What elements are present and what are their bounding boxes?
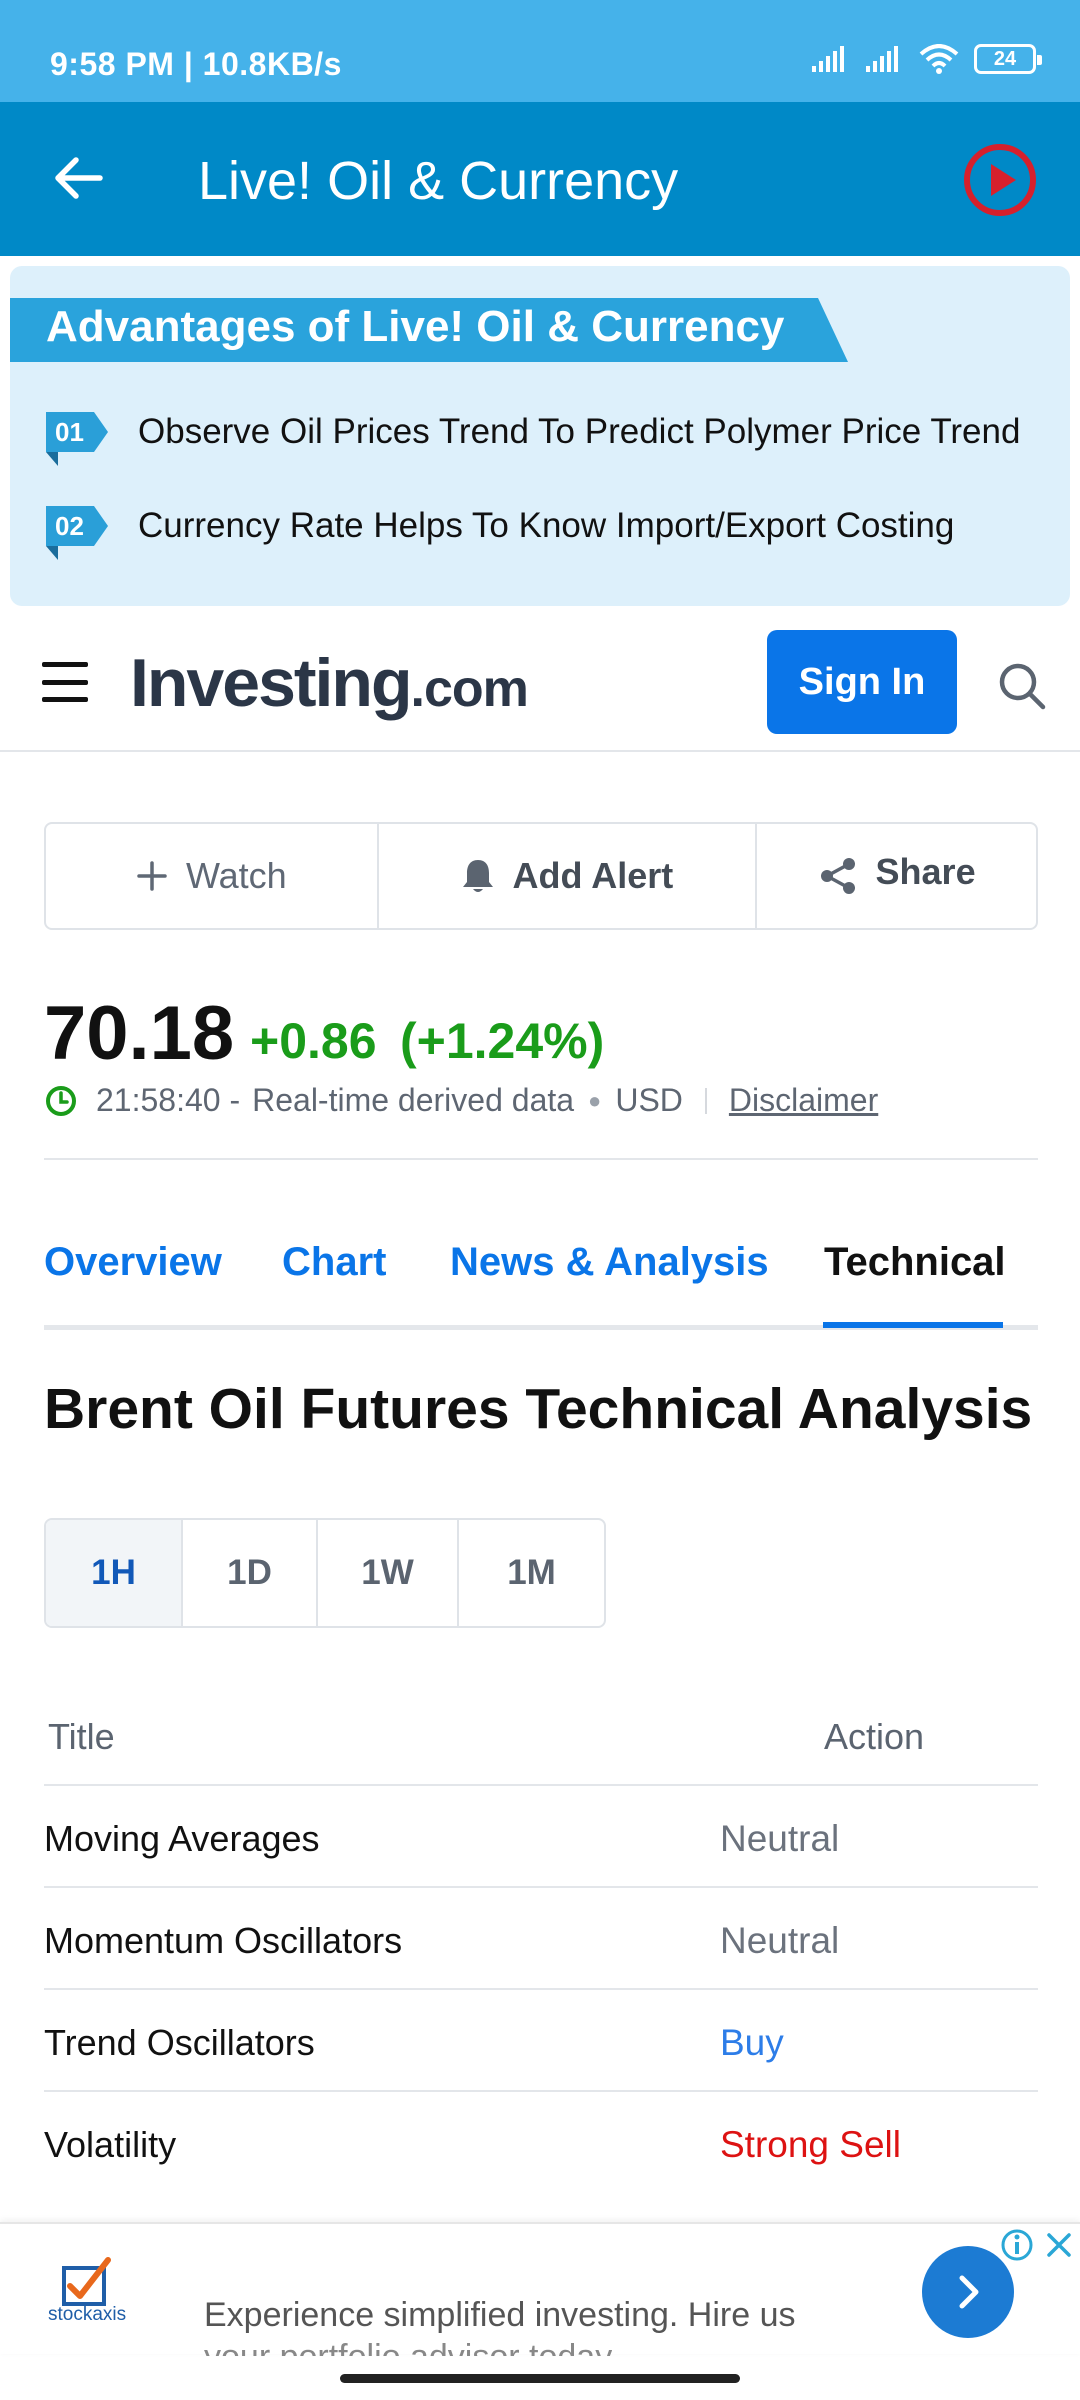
- add-alert-button[interactable]: Add Alert: [379, 824, 758, 928]
- sign-in-button[interactable]: Sign In: [767, 630, 957, 734]
- wifi-icon: [919, 44, 959, 74]
- row-title: Trend Oscillators: [44, 2022, 315, 2063]
- status-time: 9:58 PM | 10.8KB/s: [50, 46, 342, 82]
- tab-bar: Overview Chart News & Analysis Technical: [44, 1230, 1038, 1330]
- app-title: Live! Oil & Currency: [198, 151, 679, 211]
- watch-button[interactable]: Watch: [46, 824, 379, 928]
- ad-brand: stockaxis: [48, 2304, 127, 2325]
- add-alert-label: Add Alert: [512, 855, 674, 896]
- advantage-text: Observe Oil Prices Trend To Predict Poly…: [138, 412, 1021, 451]
- row-title: Volatility: [44, 2124, 177, 2165]
- disclaimer-link[interactable]: Disclaimer: [729, 1082, 878, 1119]
- timeframe-1m[interactable]: 1M: [459, 1520, 604, 1626]
- data-source: Real-time derived data: [252, 1082, 575, 1118]
- stockaxis-logo-icon: [62, 2257, 111, 2306]
- tab-overview[interactable]: Overview: [44, 1240, 222, 1285]
- back-button[interactable]: [44, 144, 112, 212]
- currency: USD: [615, 1082, 683, 1118]
- play-button[interactable]: [962, 142, 1038, 218]
- price-meta: 21:58:40 - Real-time derived data ● USD …: [44, 1082, 878, 1119]
- price-change: +0.86: [250, 1013, 377, 1069]
- ribbon-fold: [46, 452, 58, 466]
- row-title: Moving Averages: [44, 1818, 320, 1859]
- play-icon: [964, 144, 1036, 216]
- ad-info-icon[interactable]: [1000, 2228, 1034, 2262]
- plus-icon: [137, 861, 167, 891]
- investing-header: Investing.com Sign In: [0, 616, 1080, 752]
- header-action: Action: [824, 1716, 925, 1757]
- battery-icon: 24: [974, 44, 1042, 74]
- investing-logo[interactable]: Investing.com: [130, 644, 529, 722]
- chevron-right-icon: [959, 2275, 979, 2309]
- row-title: Momentum Oscillators: [44, 1920, 403, 1961]
- search-icon: [999, 663, 1046, 710]
- tab-technical[interactable]: Technical: [824, 1240, 1006, 1285]
- share-icon: [820, 858, 855, 894]
- technical-summary-table: Title Action Moving Averages Neutral Mom…: [44, 1680, 1038, 2194]
- signal-icon: [866, 46, 898, 72]
- advantages-title: Advantages of Live! Oil & Currency: [46, 302, 785, 351]
- action-bar: Watch Add Alert Share: [44, 822, 1038, 930]
- bell-icon: [462, 860, 493, 892]
- arrow-left-icon: [55, 157, 103, 199]
- status-bar: 9:58 PM | 10.8KB/s 24: [0, 0, 1080, 102]
- tab-chart[interactable]: Chart: [282, 1240, 386, 1285]
- row-action: Buy: [720, 2022, 784, 2063]
- row-action: Neutral: [720, 1920, 840, 1961]
- table-row: Momentum Oscillators Neutral: [44, 1888, 1038, 1990]
- table-row: Moving Averages Neutral: [44, 1786, 1038, 1888]
- advantage-number: 02: [46, 506, 108, 546]
- row-action: Strong Sell: [720, 2124, 901, 2165]
- active-tab-indicator: [823, 1322, 1003, 1328]
- menu-icon[interactable]: [42, 662, 88, 702]
- row-action: Neutral: [720, 1818, 840, 1859]
- ad-text: Experience simplified investing. Hire us: [204, 2296, 796, 2334]
- advantage-text: Currency Rate Helps To Know Import/Expor…: [138, 506, 955, 545]
- status-icons: 24: [810, 44, 1042, 74]
- timeframe-selector: 1H 1D 1W 1M: [44, 1518, 606, 1628]
- app-bar: Live! Oil & Currency: [0, 102, 1080, 256]
- separator: [704, 1087, 707, 1114]
- signal-icon: [812, 46, 844, 72]
- ribbon-fold: [46, 546, 58, 560]
- watch-label: Watch: [185, 855, 287, 896]
- advantages-banner[interactable]: Advantages of Live! Oil & Currency 01 Ob…: [10, 266, 1070, 606]
- timeframe-1w[interactable]: 1W: [318, 1520, 460, 1626]
- ad-text-secondary: your portfolio advisor today: [204, 2338, 612, 2356]
- header-title: Title: [48, 1716, 115, 1757]
- separator-dot: ●: [588, 1087, 602, 1113]
- price-time: 21:58:40 -: [96, 1082, 241, 1118]
- table-header: Title Action: [44, 1680, 1038, 1786]
- share-label: Share: [875, 851, 976, 892]
- search-button[interactable]: [996, 660, 1048, 712]
- timeframe-1h[interactable]: 1H: [46, 1520, 184, 1626]
- advantage-item: 01 Observe Oil Prices Trend To Predict P…: [46, 412, 1020, 452]
- last-price: 70.18: [44, 991, 235, 1076]
- page-title: Brent Oil Futures Technical Analysis: [44, 1377, 1033, 1441]
- home-indicator[interactable]: [340, 2374, 740, 2383]
- advantage-item: 02 Currency Rate Helps To Know Import/Ex…: [46, 506, 954, 546]
- tab-news-analysis[interactable]: News & Analysis: [450, 1240, 769, 1285]
- timeframe-1d[interactable]: 1D: [183, 1520, 319, 1626]
- clock-icon: [46, 1085, 76, 1116]
- price-change-percent: (+1.24%): [400, 1013, 605, 1069]
- share-button[interactable]: Share: [757, 824, 1036, 928]
- advantage-number: 01: [46, 412, 108, 452]
- table-row: Volatility Strong Sell: [44, 2092, 1038, 2194]
- ad-banner[interactable]: stockaxis Experience simplified investin…: [0, 2222, 1080, 2356]
- divider: [44, 1158, 1038, 1160]
- ad-close-icon[interactable]: [1042, 2228, 1076, 2262]
- table-row: Trend Oscillators Buy: [44, 1990, 1038, 2092]
